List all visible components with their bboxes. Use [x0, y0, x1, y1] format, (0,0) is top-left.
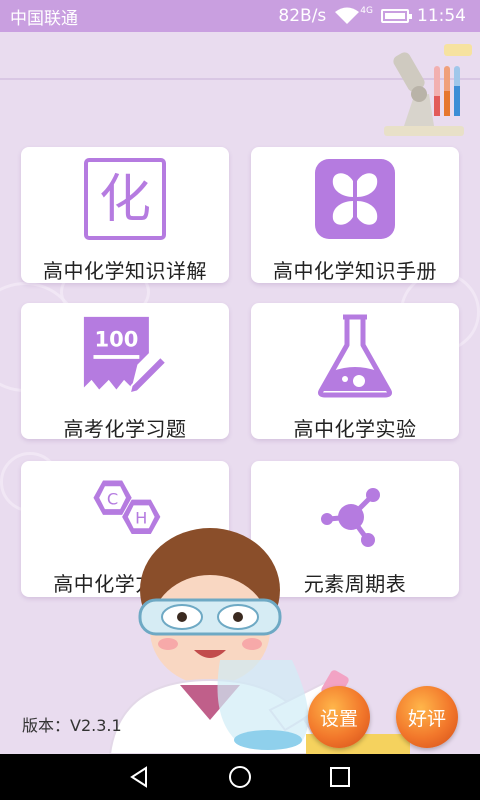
menu-card-label: 高中化学知识手册 [273, 259, 437, 283]
recents-square-icon [330, 767, 350, 787]
status-indicators: 82B/s 4G 11:54 [278, 6, 466, 26]
menu-card-label: 高中化学实验 [293, 417, 417, 441]
hua-glyph: 化 [99, 170, 151, 230]
network-speed: 82B/s [278, 6, 327, 26]
clover-book-icon [312, 157, 398, 241]
home-button[interactable] [225, 762, 255, 792]
home-circle-icon [229, 766, 251, 788]
clock: 11:54 [417, 6, 466, 26]
recents-button[interactable] [325, 762, 355, 792]
microscope-illustration [384, 44, 472, 136]
menu-card-label: 高考化学习题 [63, 417, 187, 441]
menu-card-label: 高中化学知识详解 [43, 259, 207, 283]
flask-icon [312, 313, 398, 399]
back-button[interactable] [125, 762, 155, 792]
navigation-bar [0, 754, 480, 800]
menu-card-exam-exercises[interactable]: 100 高考化学习题 [21, 303, 229, 441]
exam-100-icon: 100 [82, 313, 168, 399]
version-label: 版本：V2.3.1 [22, 716, 122, 735]
back-triangle-icon [130, 766, 147, 788]
network-type: 4G [360, 6, 373, 16]
score-text: 100 [94, 326, 138, 351]
rate-button[interactable]: 好评 [396, 686, 458, 748]
menu-card-handbook[interactable]: 高中化学知识手册 [251, 147, 459, 283]
battery-icon [381, 9, 412, 23]
menu-card-experiments[interactable]: 高中化学实验 [251, 303, 459, 441]
status-bar: 中国联通 82B/s 4G 11:54 [0, 0, 480, 32]
wifi-icon [335, 7, 360, 24]
menu-card-knowledge-detail[interactable]: 化 高中化学知识详解 [21, 147, 229, 283]
hua-character-icon: 化 [82, 157, 168, 241]
settings-button[interactable]: 设置 [308, 686, 370, 748]
carbon-glyph: C [107, 489, 118, 508]
carrier-label: 中国联通 [10, 8, 78, 29]
